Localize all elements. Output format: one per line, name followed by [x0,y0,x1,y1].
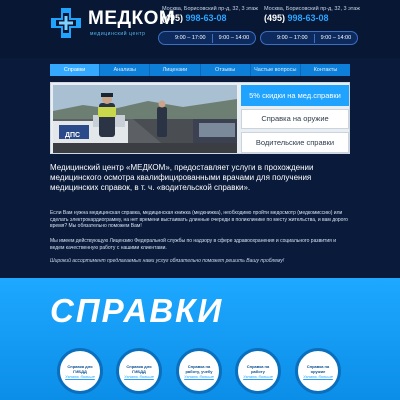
logo-subtitle: медицинский центр [90,31,146,37]
phone-1-code: (495) [162,13,184,23]
hours-2: 9:00 – 17:00 9:00 – 14:00 [260,31,359,45]
paragraph-2: Мы имеем действующую Лицензию Федерально… [50,238,337,251]
service-link[interactable]: Узнать больше [243,374,273,379]
nav-item-faq[interactable]: Частые вопросы [251,64,301,76]
service-card[interactable]: Справка на работу, учебу Узнать больше [176,348,222,394]
service-card[interactable]: Справка на оружие Узнать больше [295,348,341,394]
side-item-discount[interactable]: 5% скидки на мед.справки [241,85,349,106]
lead-text: Медицинский центр «МЕДКОМ», предоставляе… [50,163,314,192]
nav-item-licenzii[interactable]: Лицензии [150,64,201,76]
banner-photo: ДПС [53,85,237,153]
promo-banner: ДПС 5% скидки на мед.справки Справка на … [50,82,350,154]
hours-1: 9:00 – 17:00 9:00 – 14:00 [158,31,257,45]
services-title: СПРАВКИ [50,292,224,329]
service-link[interactable]: Узнать больше [303,374,333,379]
site-header: МЕДКОМ медицинский центр Москва, Борисов… [0,0,400,58]
service-link[interactable]: Узнать больше [65,374,95,379]
services-section: СПРАВКИ Справка для ГИБДД Узнать больше … [0,278,400,400]
paragraph-3: Широкий ассортимент предлагаемых нами ус… [50,258,285,264]
dps-badge: ДПС [65,132,81,139]
banner-side-menu: 5% скидки на мед.справки Справка на оруж… [241,85,349,153]
hours-1-weekday: 9:00 – 17:00 [175,35,206,41]
service-link[interactable]: Узнать больше [184,374,214,379]
phone-1-number: 998-63-08 [185,13,227,23]
hours-2-weekday: 9:00 – 17:00 [277,35,308,41]
service-title: Справка для ГИБДД [126,363,152,374]
nav-item-otzyvy[interactable]: Отзывы [201,64,251,76]
phone-2-number: 998-63-08 [287,13,329,23]
service-title: Справка для ГИБДД [67,363,93,374]
medical-cross-logo-icon[interactable] [50,7,82,39]
service-card[interactable]: Справка для ГИБДД Узнать больше [116,348,162,394]
service-card[interactable]: Справка для ГИБДД Узнать больше [57,348,103,394]
side-item-driver-cert[interactable]: Водительские справки [241,132,349,153]
nav-item-kontakty[interactable]: Контакты [301,64,350,76]
hours-2-weekend: 9:00 – 14:00 [320,35,352,41]
page: МЕДКОМ медицинский центр Москва, Борисов… [0,0,400,400]
service-title: Справка на работу, учебу [185,363,213,374]
paragraph-1: Если Вам нужна медицинская справка, меди… [50,210,348,230]
nav-item-analizy[interactable]: Анализы [100,64,151,76]
traffic-police-photo [53,85,237,153]
main-nav: Справки Анализы Лицензии Отзывы Частые в… [50,64,350,76]
service-title: Справка на работу [246,363,270,374]
address-1: Москва, Борисовский пр-д, 32, 3 этаж [162,6,258,12]
address-2: Москва, Борисовский пр-д, 32, 3 этаж [264,6,360,12]
service-title: Справка на оружие [306,363,330,374]
hours-1-weekend: 9:00 – 14:00 [218,35,250,41]
phone-2[interactable]: (495) 998-63-08 [264,13,329,23]
service-card[interactable]: Справка на работу Узнать больше [235,348,281,394]
phone-2-code: (495) [264,13,286,23]
side-item-weapon-cert[interactable]: Справка на оружие [241,108,349,129]
service-link[interactable]: Узнать больше [124,374,154,379]
phone-1[interactable]: (495) 998-63-08 [162,13,227,23]
nav-item-spravki[interactable]: Справки [50,64,101,76]
